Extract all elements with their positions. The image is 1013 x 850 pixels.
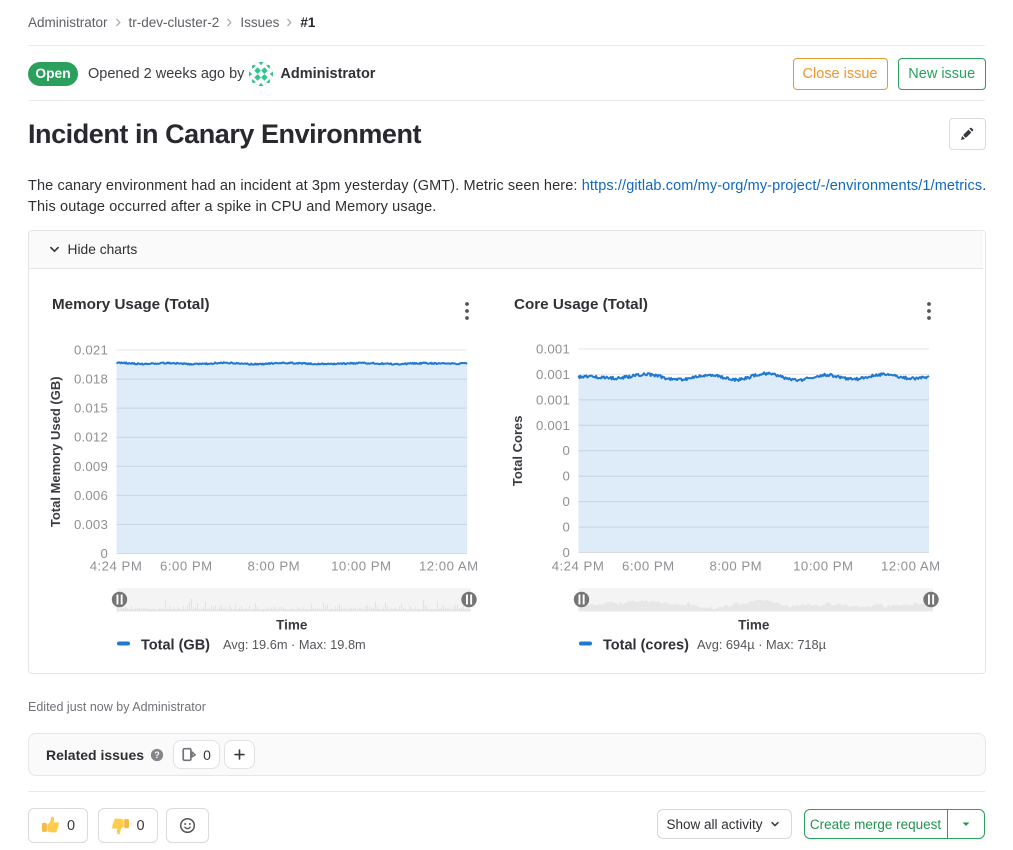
svg-text:10:00 PM: 10:00 PM (793, 559, 853, 574)
svg-text:0: 0 (562, 469, 570, 484)
svg-text:10:00 PM: 10:00 PM (331, 559, 391, 574)
svg-text:Total Cores: Total Cores (510, 416, 525, 487)
svg-text:0.001: 0.001 (536, 392, 570, 407)
svg-text:Core Usage (Total): Core Usage (Total) (514, 296, 648, 313)
svg-text:12:00 AM: 12:00 AM (419, 559, 479, 574)
svg-text:0: 0 (562, 520, 570, 535)
svg-text:Time: Time (276, 618, 308, 633)
svg-text:Total (cores): Total (cores) (603, 638, 689, 654)
svg-text:0.015: 0.015 (74, 401, 108, 416)
svg-text:4:24 PM: 4:24 PM (90, 559, 143, 574)
svg-text:0.009: 0.009 (74, 459, 108, 474)
svg-text:6:00 PM: 6:00 PM (160, 559, 213, 574)
svg-text:6:00 PM: 6:00 PM (622, 559, 675, 574)
svg-text:Avg: 19.6m · Max: 19.8m: Avg: 19.6m · Max: 19.8m (223, 637, 366, 652)
svg-text:0.021: 0.021 (74, 343, 108, 358)
svg-text:12:00 AM: 12:00 AM (881, 559, 941, 574)
svg-text:0: 0 (562, 443, 570, 458)
svg-text:Total Memory Used (GB): Total Memory Used (GB) (48, 376, 63, 527)
svg-text:Total (GB): Total (GB) (141, 638, 210, 654)
svg-text:0.001: 0.001 (536, 367, 570, 382)
svg-text:0.001: 0.001 (536, 342, 570, 357)
svg-text:0.003: 0.003 (74, 517, 108, 532)
svg-text:8:00 PM: 8:00 PM (709, 559, 762, 574)
svg-text:0.012: 0.012 (74, 430, 108, 445)
svg-text:Time: Time (738, 618, 770, 633)
svg-text:?: ? (154, 749, 159, 759)
svg-text:0.018: 0.018 (74, 372, 108, 387)
svg-text:4:24 PM: 4:24 PM (552, 559, 605, 574)
svg-text:Memory Usage (Total): Memory Usage (Total) (52, 296, 210, 313)
svg-text:0.006: 0.006 (74, 488, 108, 503)
svg-text:0.001: 0.001 (536, 418, 570, 433)
svg-text:8:00 PM: 8:00 PM (247, 559, 300, 574)
svg-text:Avg: 694µ · Max: 718µ: Avg: 694µ · Max: 718µ (697, 637, 827, 652)
svg-text:0: 0 (562, 494, 570, 509)
